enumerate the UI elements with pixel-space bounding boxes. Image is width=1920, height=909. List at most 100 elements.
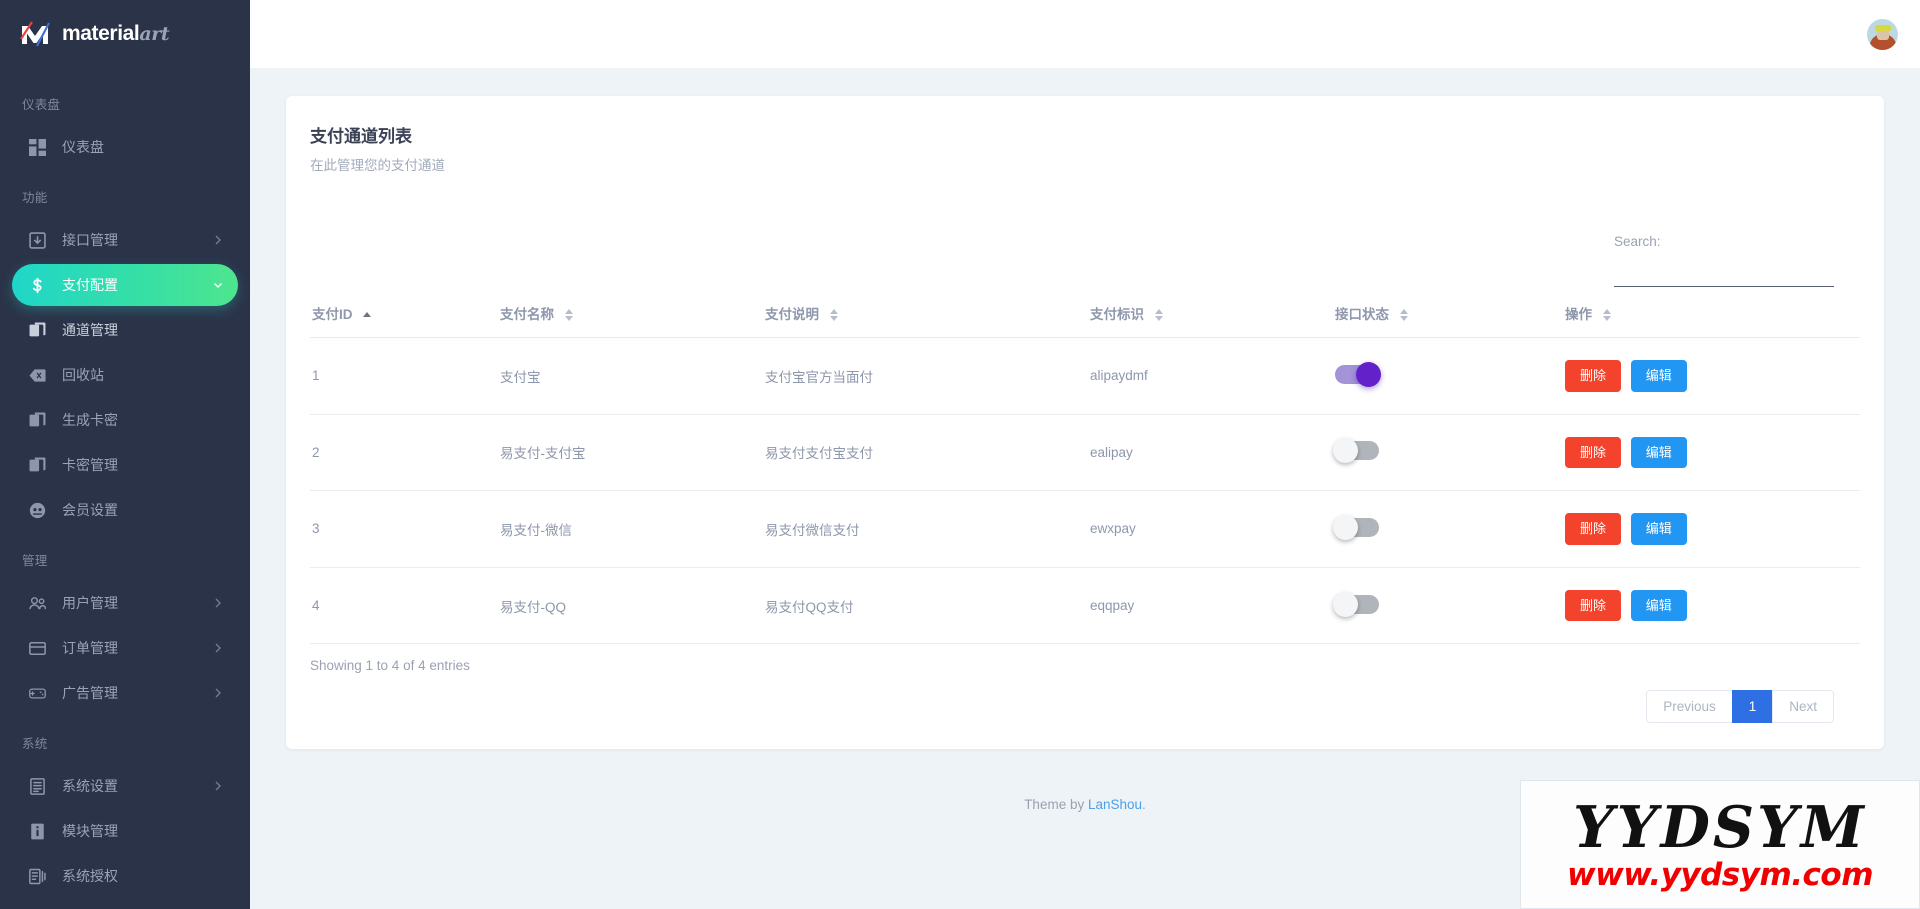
sidebar-item-generate-card[interactable]: 生成卡密 bbox=[12, 399, 238, 441]
table-row: 2 易支付-支付宝 易支付支付宝支付 ealipay 删除 编辑 bbox=[310, 414, 1860, 491]
interface-state-toggle[interactable] bbox=[1335, 441, 1379, 460]
watermark-title: YYDSYM bbox=[1573, 799, 1867, 856]
sort-arrows-icon bbox=[1400, 309, 1408, 321]
sidebar-item-label: 卡密管理 bbox=[62, 455, 224, 475]
footer-link-lanshou[interactable]: LanShou bbox=[1088, 797, 1142, 812]
pagination-page-1[interactable]: 1 bbox=[1732, 690, 1774, 723]
sidebar-item-system-settings[interactable]: 系统设置 bbox=[12, 765, 238, 807]
user-circle-icon bbox=[26, 499, 48, 521]
footer-suffix: . bbox=[1142, 797, 1146, 812]
cell-payment-desc: 易支付微信支付 bbox=[765, 491, 1090, 568]
sidebar-item-channel-manage[interactable]: 通道管理 bbox=[12, 309, 238, 351]
toggle-knob bbox=[1356, 362, 1381, 387]
sidebar-item-card-manage[interactable]: 卡密管理 bbox=[12, 444, 238, 486]
pagination-next[interactable]: Next bbox=[1772, 690, 1834, 723]
column-header-actions[interactable]: 操作 bbox=[1565, 303, 1860, 338]
table-head: 支付ID 支付名称 支付说明 bbox=[310, 303, 1860, 338]
sidebar-item-payment-config[interactable]: 支付配置 bbox=[12, 264, 238, 306]
cell-payment-key: ewxpay bbox=[1090, 491, 1335, 568]
cell-payment-id: 4 bbox=[310, 567, 500, 644]
interface-state-toggle[interactable] bbox=[1335, 595, 1379, 614]
sidebar-item-module-manage[interactable]: 模块管理 bbox=[12, 810, 238, 852]
delete-button[interactable]: 删除 bbox=[1565, 590, 1621, 622]
sidebar-nav: 仪表盘 仪表盘 功能 接口管理 支付配置 bbox=[0, 68, 250, 897]
column-header-payment-desc[interactable]: 支付说明 bbox=[765, 303, 1090, 338]
sidebar: materialart 仪表盘 仪表盘 功能 接口管理 bbox=[0, 0, 250, 909]
sidebar-item-dashboard[interactable]: 仪表盘 bbox=[12, 126, 238, 168]
delete-backspace-icon bbox=[26, 364, 48, 386]
column-header-payment-key[interactable]: 支付标识 bbox=[1090, 303, 1335, 338]
cell-interface-state bbox=[1335, 338, 1565, 415]
copy-pages-icon bbox=[26, 454, 48, 476]
cell-payment-desc: 易支付支付宝支付 bbox=[765, 414, 1090, 491]
sidebar-item-ad-manage[interactable]: 广告管理 bbox=[12, 672, 238, 714]
cell-interface-state bbox=[1335, 567, 1565, 644]
license-box-icon bbox=[26, 865, 48, 887]
watermark-overlay: YYDSYM www.yydsym.com bbox=[1520, 780, 1920, 909]
payment-channel-card: 支付通道列表 在此管理您的支付通道 Search: 支付ID bbox=[286, 96, 1884, 749]
sidebar-item-recycle-bin[interactable]: 回收站 bbox=[12, 354, 238, 396]
brand-logo[interactable]: materialart bbox=[0, 0, 250, 68]
sidebar-item-system-license[interactable]: 系统授权 bbox=[12, 855, 238, 897]
sidebar-item-member-settings[interactable]: 会员设置 bbox=[12, 489, 238, 531]
credit-card-icon bbox=[26, 637, 48, 659]
cell-payment-desc: 易支付QQ支付 bbox=[765, 567, 1090, 644]
cell-payment-desc: 支付宝官方当面付 bbox=[765, 338, 1090, 415]
sidebar-item-label: 模块管理 bbox=[62, 821, 224, 841]
cell-payment-id: 3 bbox=[310, 491, 500, 568]
materialart-m-logo-icon bbox=[18, 17, 52, 51]
content-wrapper: 支付通道列表 在此管理您的支付通道 Search: 支付ID bbox=[250, 68, 1920, 812]
search-input[interactable] bbox=[1614, 267, 1834, 287]
cell-payment-name: 易支付-QQ bbox=[500, 567, 765, 644]
sidebar-item-interface-manage[interactable]: 接口管理 bbox=[12, 219, 238, 261]
delete-button[interactable]: 删除 bbox=[1565, 437, 1621, 469]
column-header-label: 支付ID bbox=[312, 307, 353, 322]
edit-button[interactable]: 编辑 bbox=[1631, 513, 1687, 545]
avatar-hat bbox=[1875, 25, 1891, 31]
cell-actions: 删除 编辑 bbox=[1565, 567, 1860, 644]
user-avatar[interactable] bbox=[1867, 19, 1898, 50]
delete-button[interactable]: 删除 bbox=[1565, 513, 1621, 545]
copy-pages-icon bbox=[26, 409, 48, 431]
chevron-right-icon bbox=[212, 234, 224, 246]
delete-button[interactable]: 删除 bbox=[1565, 360, 1621, 392]
chevron-right-icon bbox=[212, 687, 224, 699]
column-header-interface-state[interactable]: 接口状态 bbox=[1335, 303, 1565, 338]
pagination-previous[interactable]: Previous bbox=[1646, 690, 1733, 723]
sort-arrows-icon bbox=[1603, 309, 1611, 321]
edit-button[interactable]: 编辑 bbox=[1631, 360, 1687, 392]
interface-state-toggle[interactable] bbox=[1335, 518, 1379, 537]
cell-payment-name: 易支付-支付宝 bbox=[500, 414, 765, 491]
column-header-payment-name[interactable]: 支付名称 bbox=[500, 303, 765, 338]
search-row: Search: bbox=[310, 234, 1860, 287]
sidebar-item-order-manage[interactable]: 订单管理 bbox=[12, 627, 238, 669]
column-header-payment-id[interactable]: 支付ID bbox=[310, 303, 500, 338]
edit-button[interactable]: 编辑 bbox=[1631, 590, 1687, 622]
sidebar-item-label: 通道管理 bbox=[62, 320, 224, 340]
sidebar-item-label: 回收站 bbox=[62, 365, 224, 385]
sidebar-item-user-manage[interactable]: 用户管理 bbox=[12, 582, 238, 624]
page-subtitle: 在此管理您的支付通道 bbox=[310, 154, 1860, 174]
sidebar-item-label: 订单管理 bbox=[62, 638, 212, 658]
cell-actions: 删除 编辑 bbox=[1565, 414, 1860, 491]
cell-payment-key: ealipay bbox=[1090, 414, 1335, 491]
sort-arrows-icon bbox=[830, 309, 838, 321]
toggle-knob bbox=[1333, 592, 1358, 617]
main-area: 支付通道列表 在此管理您的支付通道 Search: 支付ID bbox=[250, 0, 1920, 909]
sidebar-item-label: 生成卡密 bbox=[62, 410, 224, 430]
cell-interface-state bbox=[1335, 491, 1565, 568]
pagination: Previous 1 Next bbox=[1647, 690, 1834, 723]
interface-state-toggle[interactable] bbox=[1335, 365, 1379, 384]
column-header-label: 操作 bbox=[1565, 307, 1592, 322]
sidebar-item-label: 系统授权 bbox=[62, 866, 224, 886]
copy-pages-icon bbox=[26, 319, 48, 341]
nav-section-title: 管理 bbox=[0, 534, 250, 579]
edit-button[interactable]: 编辑 bbox=[1631, 437, 1687, 469]
cell-payment-id: 2 bbox=[310, 414, 500, 491]
column-header-label: 支付标识 bbox=[1090, 307, 1144, 322]
nav-section-title: 系统 bbox=[0, 717, 250, 762]
cell-actions: 删除 编辑 bbox=[1565, 491, 1860, 568]
sidebar-item-label: 会员设置 bbox=[62, 500, 224, 520]
toggle-knob bbox=[1333, 438, 1358, 463]
watermark-url: www.yydsym.com bbox=[1567, 860, 1873, 891]
